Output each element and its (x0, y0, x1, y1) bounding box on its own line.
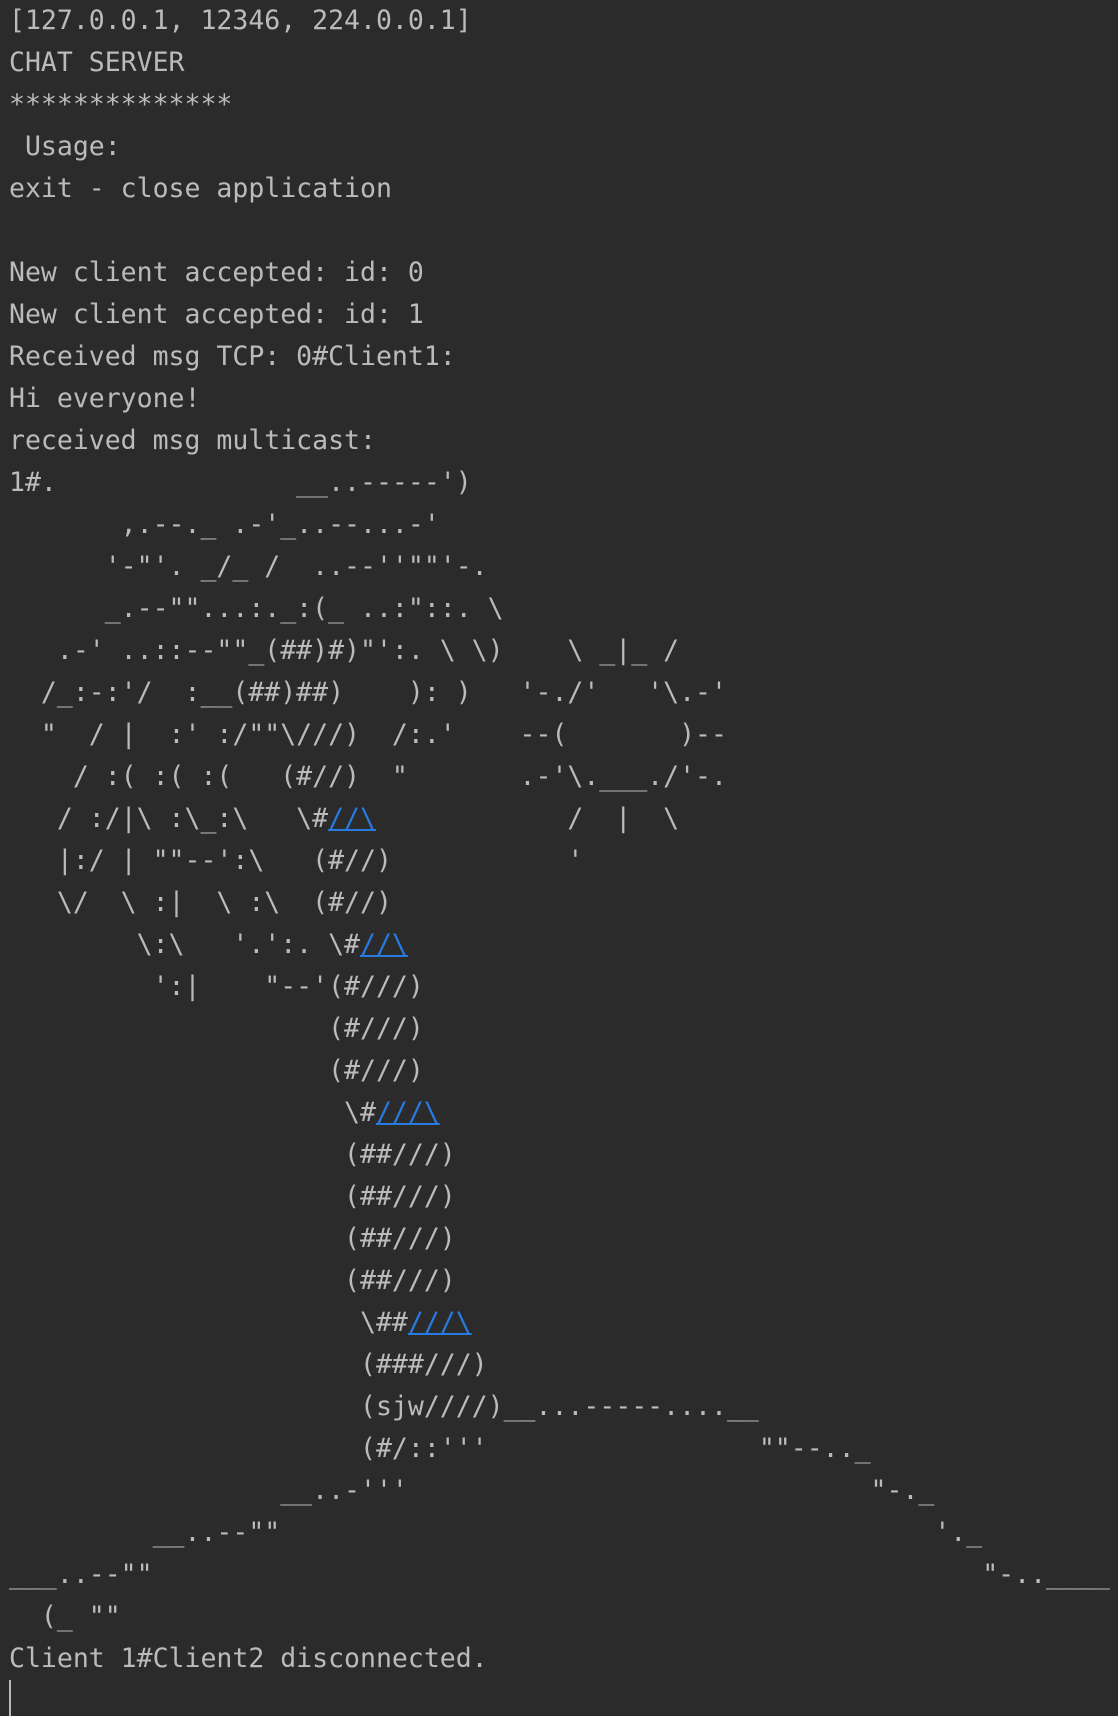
console-line: |:/ | ""--':\ (#//) ' (9, 840, 1110, 882)
console-line: /_:-:'/ :__(##)##) ): ) '-./' '\.-' (9, 672, 1110, 714)
console-text: Usage: (9, 131, 121, 162)
console-text: (##///) (9, 1139, 456, 1170)
console-link[interactable]: //\ (328, 803, 376, 834)
console-text: \# (9, 1097, 376, 1128)
console-line: (###///) (9, 1344, 1110, 1386)
console-line: (_ "" (9, 1596, 1110, 1638)
console-line: (#/::''' ""--.._ (9, 1428, 1110, 1470)
console-text: (##///) (9, 1265, 456, 1296)
console-text: / :/|\ :\_:\ \# (9, 803, 329, 834)
console-text: CHAT SERVER (9, 47, 185, 78)
console-line: exit - close application (9, 168, 1110, 210)
console-text: Client 1#Client2 disconnected. (9, 1643, 488, 1674)
console-text: " / | :' :/""\///) /:.' --( )-- (9, 719, 727, 750)
console-text: (_ "" (9, 1601, 121, 1632)
console-line: Client 1#Client2 disconnected. (9, 1638, 1110, 1680)
console-line: (sjw////)__...-----....__ (9, 1386, 1110, 1428)
text-caret[interactable] (9, 1680, 11, 1716)
console-line: \##///\ (9, 1302, 1110, 1344)
console-line: [127.0.0.1, 12346, 224.0.0.1] (9, 0, 1110, 42)
console-line: 1#. __..-----') (9, 462, 1110, 504)
console-text: ':| "--'(#///) (9, 971, 424, 1002)
console-text: (#///) (9, 1013, 424, 1044)
console-text: '-"'. _/_ / ..--''""'-. (9, 551, 488, 582)
console-line: __..--"" '._ (9, 1512, 1110, 1554)
console-text: Hi everyone! (9, 383, 201, 414)
console-text: New client accepted: id: 0 (9, 257, 424, 288)
console-line: (##///) (9, 1218, 1110, 1260)
console-line: (##///) (9, 1260, 1110, 1302)
console-text: exit - close application (9, 173, 392, 204)
console-text: / | \ (375, 803, 680, 834)
console-text: received msg multicast: (9, 425, 376, 456)
console-text: Received msg TCP: 0#Client1: (9, 341, 456, 372)
console-text: (#/::''' ""--.._ (9, 1433, 871, 1464)
console-line: / :( :( :( (#//) " .-'\.___./'-. (9, 756, 1110, 798)
console-line: New client accepted: id: 1 (9, 294, 1110, 336)
console-line: \:\ '.':. \#//\ (9, 924, 1110, 966)
console-link[interactable]: //\ (360, 929, 408, 960)
console-link[interactable]: ///\ (376, 1097, 440, 1128)
console-text: 1#. __..-----') (9, 467, 472, 498)
console-line: ,.--._ .-'_..--...-' (9, 504, 1110, 546)
console-text: \:\ '.':. \# (9, 929, 360, 960)
console-text: \/ \ :| \ :\ (#//) (9, 887, 392, 918)
console-text: (###///) (9, 1349, 488, 1380)
console-text: New client accepted: id: 1 (9, 299, 424, 330)
console-line: ':| "--'(#///) (9, 966, 1110, 1008)
console-line: (#///) (9, 1008, 1110, 1050)
console-line: '-"'. _/_ / ..--''""'-. (9, 546, 1110, 588)
console-line: Received msg TCP: 0#Client1: (9, 336, 1110, 378)
console-text: / :( :( :( (#//) " .-'\.___./'-. (9, 761, 727, 792)
console-text: ,.--._ .-'_..--...-' (9, 509, 440, 540)
console-line: _.--""...:._:(_ ..:"::. \ (9, 588, 1110, 630)
console-link[interactable]: ///\ (408, 1307, 472, 1338)
console-text: (sjw////)__...-----....__ (9, 1391, 759, 1422)
console-text: ___..--"" "-..____ (9, 1559, 1110, 1590)
console-line: \#///\ (9, 1092, 1110, 1134)
console-line: received msg multicast: (9, 420, 1110, 462)
console-line: (##///) (9, 1134, 1110, 1176)
console-text: \## (9, 1307, 408, 1338)
console-text: (##///) (9, 1223, 456, 1254)
console-line: Hi everyone! (9, 378, 1110, 420)
console-line: .-' ..::--""_(##)#)"':. \ \) \ _|_ / (9, 630, 1110, 672)
console-line: __..-''' "-._ (9, 1470, 1110, 1512)
console-output: [127.0.0.1, 12346, 224.0.0.1] CHAT SERVER… (9, 0, 1110, 1680)
console-line: ************** (9, 84, 1110, 126)
console-text: [127.0.0.1, 12346, 224.0.0.1] (9, 5, 472, 36)
console-line: / :/|\ :\_:\ \#//\ / | \ (9, 798, 1110, 840)
console-line: \/ \ :| \ :\ (#//) (9, 882, 1110, 924)
console-line: ___..--"" "-..____ (9, 1554, 1110, 1596)
console-line: New client accepted: id: 0 (9, 252, 1110, 294)
console-text: /_:-:'/ :__(##)##) ): ) '-./' '\.-' (9, 677, 727, 708)
console-text: __..--"" '._ (9, 1517, 983, 1548)
console-text: |:/ | ""--':\ (#//) ' (9, 845, 584, 876)
console-text: __..-''' "-._ (9, 1475, 935, 1506)
console-text: .-' ..::--""_(##)#)"':. \ \) \ _|_ / (9, 635, 680, 666)
console-line: " / | :' :/""\///) /:.' --( )-- (9, 714, 1110, 756)
console-text: (#///) (9, 1055, 424, 1086)
console-line: CHAT SERVER (9, 42, 1110, 84)
console-line: (#///) (9, 1050, 1110, 1092)
console-text: _.--""...:._:(_ ..:"::. \ (9, 593, 504, 624)
console-text: ************** (9, 89, 233, 120)
console-line: Usage: (9, 126, 1110, 168)
console-text: (##///) (9, 1181, 456, 1212)
console-line: (##///) (9, 1176, 1110, 1218)
